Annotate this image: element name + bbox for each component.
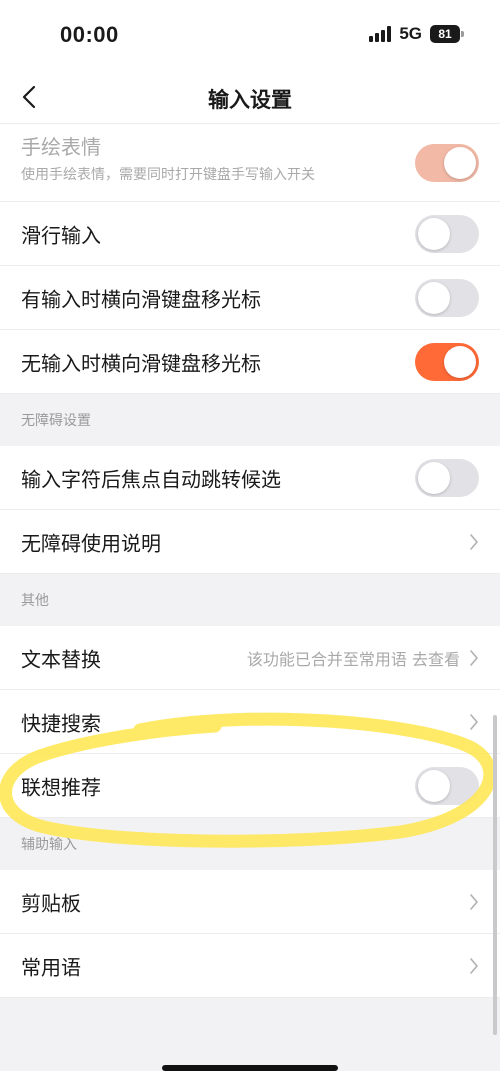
setting-label: 联想推荐 [21, 775, 101, 799]
battery-icon: 81 [430, 25, 464, 43]
setting-label: 滑行输入 [21, 223, 101, 247]
chevron-right-icon [470, 957, 478, 974]
toggle-knob [418, 217, 450, 250]
swipe-cursor-without-input-toggle[interactable] [415, 342, 479, 381]
setting-association-recommend: 联想推荐 [0, 754, 500, 818]
setting-label: 手绘表情 [21, 135, 101, 159]
settings-list: 手绘表情 使用手绘表情，需要同时打开键盘手写输入开关 滑行输入 有输入时横向滑键… [0, 124, 500, 998]
scrollbar[interactable] [493, 715, 497, 1035]
setting-label: 无障碍使用说明 [21, 531, 161, 555]
setting-label: 快捷搜索 [21, 711, 101, 735]
signal-icon [369, 26, 392, 42]
swipe-cursor-with-input-toggle[interactable] [415, 278, 479, 317]
setting-description: 使用手绘表情，需要同时打开键盘手写输入开关 [21, 167, 315, 183]
setting-auto-jump-candidate: 输入字符后焦点自动跳转候选 [0, 446, 500, 510]
hand-drawn-emoji-toggle[interactable] [415, 143, 479, 182]
setting-swipe-input: 滑行输入 [0, 202, 500, 266]
nav-bar: 输入设置 [0, 72, 500, 124]
toggle-knob [418, 769, 450, 802]
setting-swipe-cursor-with-input: 有输入时横向滑键盘移光标 [0, 266, 500, 330]
toggle-knob [418, 281, 450, 314]
setting-label: 输入字符后焦点自动跳转候选 [21, 467, 281, 491]
setting-hand-drawn-emoji: 手绘表情 使用手绘表情，需要同时打开键盘手写输入开关 [0, 124, 500, 202]
setting-text-replacement[interactable]: 文本替换 该功能已合并至常用语 去查看 [0, 626, 500, 690]
chevron-right-icon [470, 533, 478, 550]
toggle-knob [444, 146, 476, 179]
setting-label: 文本替换 [21, 647, 101, 671]
setting-clipboard[interactable]: 剪贴板 [0, 870, 500, 934]
setting-swipe-cursor-without-input: 无输入时横向滑键盘移光标 [0, 330, 500, 394]
setting-label: 有输入时横向滑键盘移光标 [21, 287, 261, 311]
home-indicator [162, 1065, 338, 1071]
network-label: 5G [399, 24, 422, 43]
chevron-right-icon [470, 649, 478, 666]
section-header-other: 其他 [0, 574, 500, 626]
association-recommend-toggle[interactable] [415, 766, 479, 805]
setting-label: 无输入时横向滑键盘移光标 [21, 351, 261, 375]
auto-jump-candidate-toggle[interactable] [415, 458, 479, 497]
setting-quick-search[interactable]: 快捷搜索 [0, 690, 500, 754]
setting-label: 常用语 [21, 955, 81, 979]
setting-common-phrases[interactable]: 常用语 [0, 934, 500, 998]
chevron-right-icon [470, 713, 478, 730]
toggle-knob [444, 345, 476, 378]
page-title: 输入设置 [208, 88, 292, 112]
toggle-knob [418, 461, 450, 494]
section-header-accessibility: 无障碍设置 [0, 394, 500, 446]
status-bar: 00:00 5G 81 [0, 0, 500, 72]
status-indicators: 5G 81 [369, 24, 464, 44]
setting-accessibility-guide[interactable]: 无障碍使用说明 [0, 510, 500, 574]
swipe-input-toggle[interactable] [415, 214, 479, 253]
setting-value[interactable]: 该功能已合并至常用语 去查看 [247, 646, 460, 670]
chevron-right-icon [470, 893, 478, 910]
section-header-auxiliary-input: 辅助输入 [0, 818, 500, 870]
setting-label: 剪贴板 [21, 891, 81, 915]
status-time: 00:00 [60, 22, 119, 47]
